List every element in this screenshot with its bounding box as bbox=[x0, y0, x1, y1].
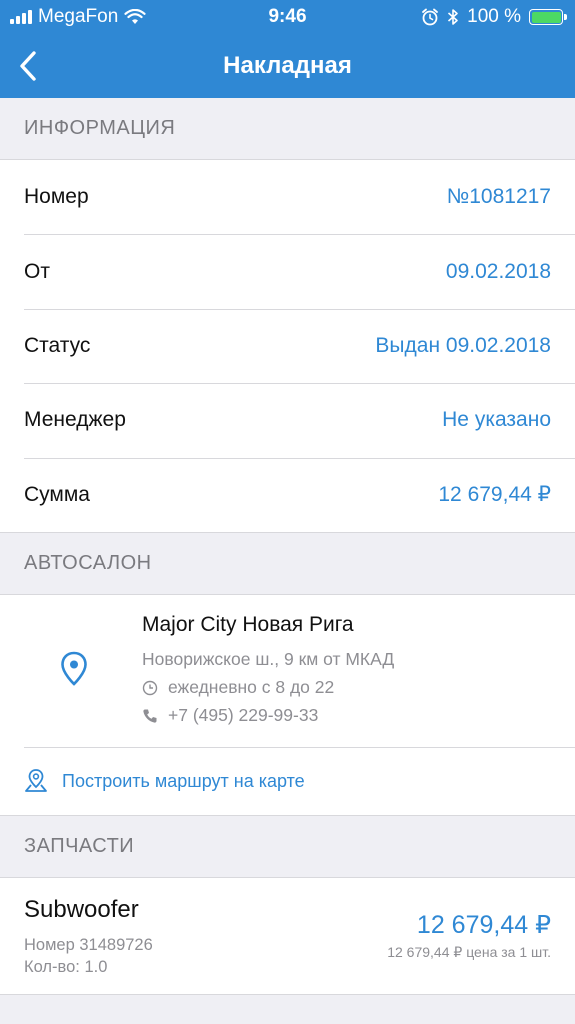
battery-percent: 100 % bbox=[467, 6, 521, 27]
row-value: №1081217 bbox=[446, 185, 551, 209]
salon-address: Новорижское ш., 9 км от МКАД bbox=[142, 649, 395, 669]
parts-list: Subwoofer Номер 31489726 Кол-во: 1.0 12 … bbox=[0, 878, 575, 995]
section-header-parts: ЗАПЧАСТИ bbox=[0, 816, 575, 878]
route-label: Построить маршрут на карте bbox=[62, 770, 305, 791]
info-row-sum: Сумма 12 679,44 ₽ bbox=[0, 457, 575, 532]
page-title: Накладная bbox=[223, 52, 352, 79]
part-quantity: Кол-во: 1.0 bbox=[24, 958, 108, 976]
part-unit-price: 12 679,44 ₽ цена за 1 шт. bbox=[387, 944, 551, 960]
part-number: Номер 31489726 bbox=[24, 936, 153, 954]
info-row-number: Номер №1081217 bbox=[0, 160, 575, 234]
row-label: Сумма bbox=[24, 482, 90, 506]
row-value: Не указано bbox=[442, 408, 551, 432]
info-row-manager: Менеджер Не указано bbox=[0, 383, 575, 457]
map-pin-icon bbox=[25, 769, 47, 792]
row-label: Статус bbox=[24, 333, 91, 357]
bluetooth-icon bbox=[448, 9, 458, 25]
section-header-salon: АВТОСАЛОН bbox=[0, 533, 575, 595]
part-item[interactable]: Subwoofer Номер 31489726 Кол-во: 1.0 12 … bbox=[0, 878, 575, 994]
status-bar: MegaFon 9:46 100 % bbox=[0, 0, 575, 34]
status-right: 100 % bbox=[421, 6, 567, 28]
app-header: MegaFon 9:46 100 % Накладная bbox=[0, 0, 575, 98]
battery-level bbox=[531, 11, 561, 23]
battery-icon bbox=[529, 9, 567, 25]
clock-icon bbox=[142, 680, 158, 695]
row-value: 09.02.2018 bbox=[445, 259, 551, 283]
row-label: Менеджер bbox=[24, 408, 126, 432]
salon-card: Major City Новая Рига Новорижское ш., 9 … bbox=[0, 595, 575, 816]
row-label: Номер bbox=[24, 185, 89, 209]
row-value: Выдан 09.02.2018 bbox=[375, 333, 551, 357]
row-value: 12 679,44 ₽ bbox=[438, 483, 551, 507]
salon-name: Major City Новая Рига bbox=[142, 613, 354, 636]
section-header-info: ИНФОРМАЦИЯ bbox=[0, 98, 575, 160]
route-button[interactable]: Построить маршрут на карте bbox=[0, 747, 575, 815]
salon-phone-line[interactable]: +7 (495) 229-99-33 bbox=[142, 705, 318, 726]
part-name: Subwoofer bbox=[24, 896, 139, 923]
phone-icon bbox=[143, 709, 157, 723]
salon-phone: +7 (495) 229-99-33 bbox=[168, 705, 319, 725]
info-row-status: Статус Выдан 09.02.2018 bbox=[0, 308, 575, 383]
alarm-icon bbox=[422, 8, 439, 26]
salon-hours-line: ежедневно с 8 до 22 bbox=[142, 677, 334, 698]
row-label: От bbox=[24, 259, 50, 283]
location-pin-icon bbox=[61, 651, 87, 686]
info-row-date: От 09.02.2018 bbox=[0, 234, 575, 308]
info-list: Номер №1081217 От 09.02.2018 Статус Выда… bbox=[0, 160, 575, 533]
nav-bar: Накладная bbox=[0, 34, 575, 98]
part-price: 12 679,44 ₽ bbox=[416, 911, 551, 939]
salon-hours: ежедневно с 8 до 22 bbox=[168, 677, 335, 697]
salon-info[interactable]: Major City Новая Рига Новорижское ш., 9 … bbox=[0, 595, 575, 747]
